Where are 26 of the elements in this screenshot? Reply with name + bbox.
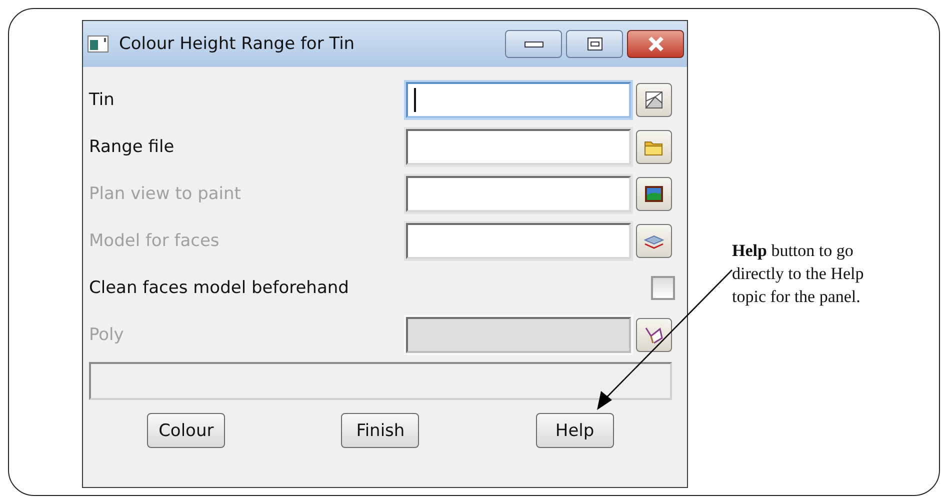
field-label: Model for faces [89,231,220,251]
pick-button[interactable] [636,318,672,352]
input-field[interactable] [406,82,631,118]
field-label: Tin [89,90,116,110]
field-label: Clean faces model beforehand [89,278,350,298]
annotation-text: Help button to go directly to the Help topic for the panel. [732,240,865,308]
pick-button[interactable] [636,177,672,211]
checkbox[interactable] [651,276,675,300]
field-label: Poly [89,325,125,345]
triangle-mesh-icon [643,89,665,111]
window-title: Colour Height Range for Tin [119,34,356,54]
field-label: Plan view to paint [89,184,242,204]
maximize-icon [586,37,602,51]
maximize-button[interactable] [566,30,623,58]
close-icon [646,36,664,52]
dialog-button[interactable]: Help [536,413,614,448]
minimize-icon [524,40,544,48]
app-icon [87,35,109,53]
dialog-button[interactable]: Finish [341,413,420,448]
input-field[interactable] [406,129,631,165]
field-label: Range file [89,137,176,157]
minimize-button[interactable] [505,30,562,58]
landscape-icon [643,183,665,205]
pick-button[interactable] [636,83,672,117]
close-button[interactable] [627,30,684,58]
dialog-button[interactable]: Colour [147,413,226,448]
